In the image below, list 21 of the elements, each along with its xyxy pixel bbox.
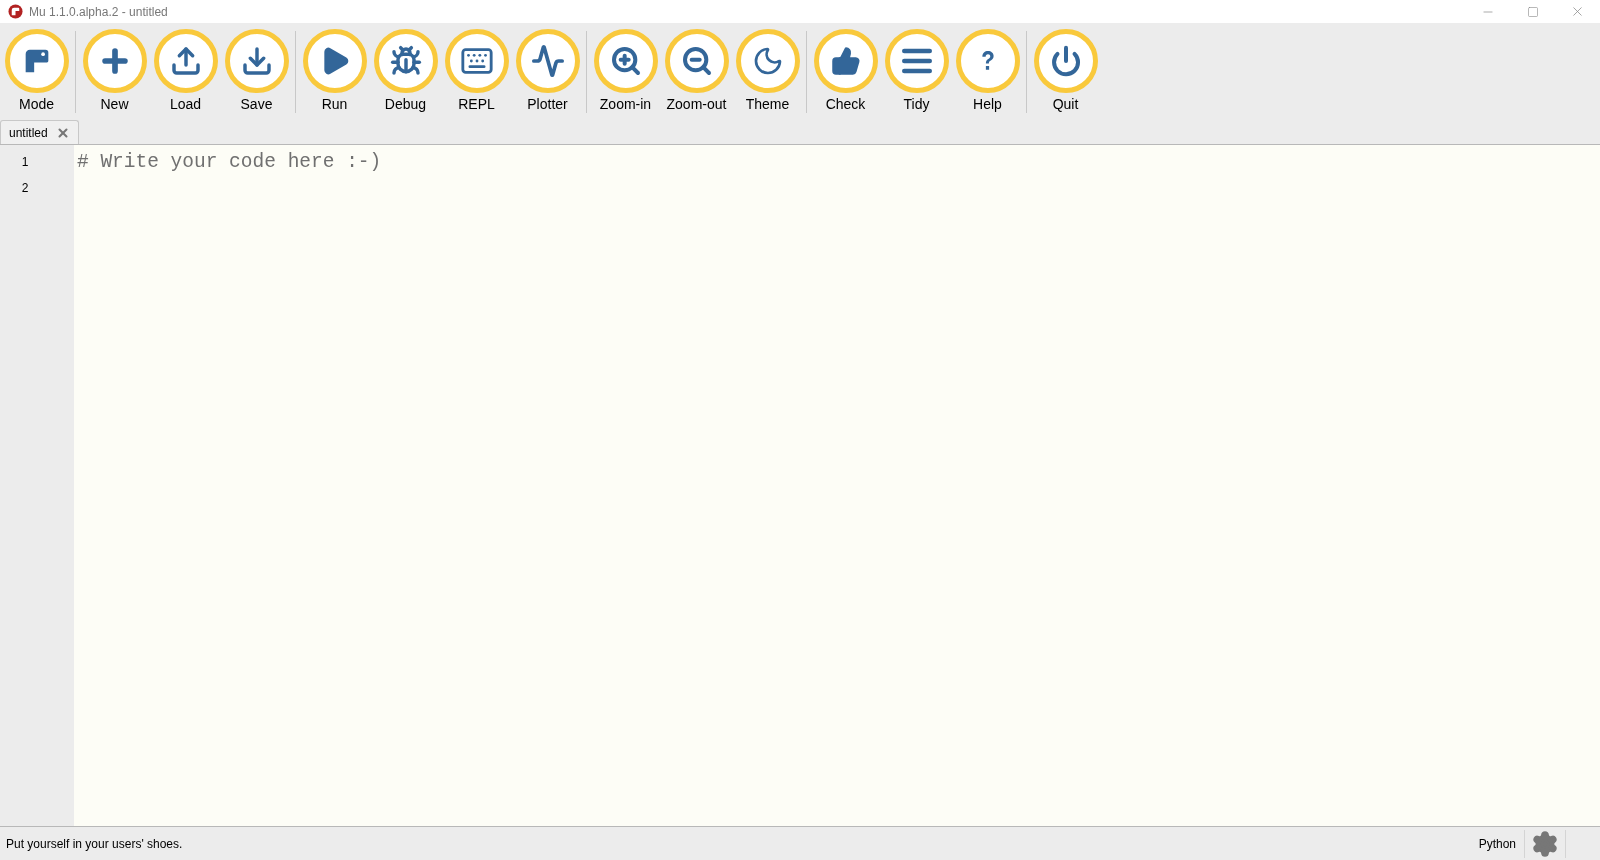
download-icon — [240, 45, 273, 77]
bug-icon — [389, 45, 422, 77]
power-icon — [1049, 45, 1082, 77]
upload-icon — [169, 45, 202, 77]
window-title: Mu 1.1.0.alpha.2 - untitled — [29, 3, 168, 21]
zoom-in-icon — [609, 45, 642, 77]
thumbs-up-icon — [830, 46, 861, 76]
pulse-icon — [530, 44, 565, 78]
file-tab[interactable]: untitled — [0, 120, 79, 144]
settings-icon[interactable] — [1531, 829, 1559, 858]
maximize-icon[interactable] — [1526, 5, 1539, 18]
close-icon[interactable] — [1570, 4, 1585, 19]
line-number: 2 — [20, 180, 30, 197]
status-message: Put yourself in your users' shoes. — [6, 835, 183, 853]
code-editor[interactable]: # Write your code here :-) — [74, 145, 1600, 826]
code-line: # Write your code here :-) — [77, 150, 382, 175]
line-number: 1 — [20, 154, 30, 171]
mode-label: Python — [1478, 835, 1516, 853]
zoom-out-icon — [680, 45, 713, 77]
close-tab-icon[interactable] — [55, 125, 70, 140]
app-logo-icon — [8, 4, 23, 19]
